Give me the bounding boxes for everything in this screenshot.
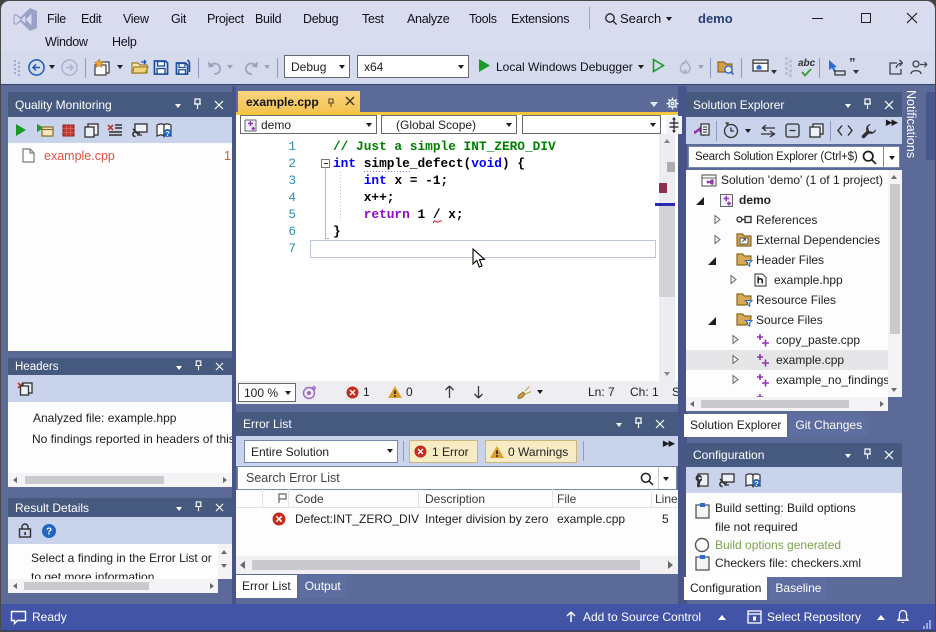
- svg-text:?: ?: [754, 478, 759, 487]
- svg-text:?: ?: [46, 526, 52, 537]
- svg-text:?: ?: [165, 128, 170, 137]
